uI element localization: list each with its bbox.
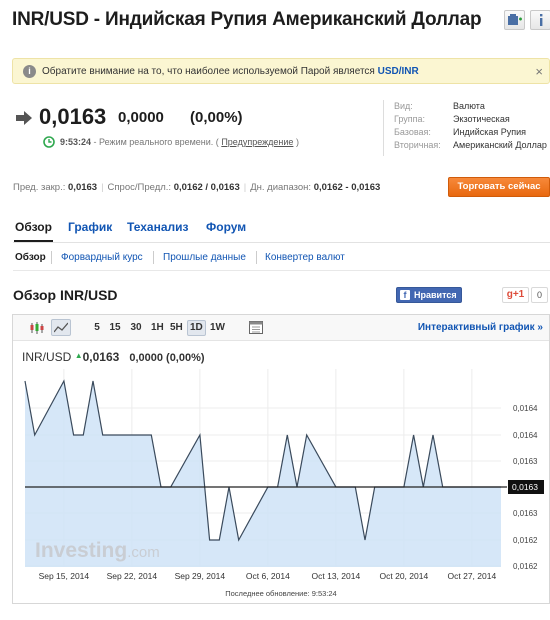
add-portfolio-button[interactable] [504,10,525,30]
gplus-button[interactable]: g+1 [502,287,529,303]
info-value: Индийская Рупия [453,127,527,137]
x-tick-label: Sep 29, 2014 [175,571,226,581]
chart-last-value: 0,0163 [82,350,120,364]
like-label: Нравится [414,290,457,300]
subtab-forward-rate[interactable]: Форвардный курс [61,252,143,263]
main-tabs: Обзор График Теханализ Форум [13,220,550,243]
info-icon [539,14,542,26]
title-row: INR/USD - Индийская Рупия Американский Д… [12,8,550,32]
bid-ask-label: Спрос/Предл.: [107,182,172,193]
info-row-group: Группа: Экзотическая [394,114,550,127]
subtab-separator [51,251,52,264]
close-icon[interactable]: × [535,64,543,79]
notice-message: Обратите внимание на то, что наиболее ис… [42,66,375,77]
subtab-separator [153,251,154,264]
chart-header: INR/USD ▲0,0163 0,0000 (0,00%) [22,350,205,364]
realtime-status: 9:53:24 - Режим реального времени. ( Пре… [60,137,299,147]
instrument-info: Вид: Валюта Группа: Экзотическая Базовая: И… [383,100,550,156]
info-key: Группа: [394,114,426,124]
price-change-percent: (0,00%) [190,109,243,126]
last-update-label: Последнее обновление: 9:53:24 [225,589,336,598]
subtab-overview[interactable]: Обзор [15,252,46,263]
realtime-text: - Режим реального времени. ( [93,137,219,147]
trade-now-button[interactable]: Торговать сейчас [448,177,550,197]
x-tick-label: Oct 27, 2014 [448,571,497,581]
day-range-label: Дн. диапазон: [250,182,312,193]
x-tick-label: Oct 20, 2014 [380,571,429,581]
day-range-value: 0,0162 - 0,0163 [313,182,381,193]
tab-technical[interactable]: Теханализ [127,220,188,234]
tab-overview[interactable]: Обзор [14,220,53,243]
y-tick-label: 0,0163 [513,457,538,466]
quote-stats: Пред. закр.: 0,0163 | Спрос/Предл.: 0,0162… [13,182,381,193]
last-price: 0,0163 [39,104,107,129]
gplus-count: 0 [531,287,548,303]
realtime-close: ) [295,137,299,147]
quote-time: 9:53:24 [60,137,92,147]
bid-ask-value: 0,0162 / 0,0163 [173,182,240,193]
tab-forum[interactable]: Форум [206,220,246,234]
warning-link[interactable]: Предупреждение [221,137,293,147]
info-key: Вторичная: [394,140,441,150]
price-change: 0,0000 [118,109,164,126]
chart-panel: 5 15 30 1H 5H 1D 1W Интерактивный график… [12,314,550,604]
notice-banner: i Обратите внимание на то, что наиболее … [12,58,550,84]
info-row-base: Базовая: Индийская Рупия [394,127,550,140]
current-value-label: 0,0163 [512,482,538,492]
tab-chart[interactable]: График [68,220,112,234]
info-value: Валюта [453,101,485,111]
notice-text: Обратите внимание на то, что наиболее ис… [42,66,419,77]
info-row-secondary: Вторичная: Американский Доллар [394,140,550,153]
overview-title: Обзор INR/USD [13,287,118,303]
add-portfolio-icon [507,14,522,25]
info-value: Экзотическая [453,114,510,124]
clock-icon [43,136,55,148]
x-tick-label: Sep 22, 2014 [107,571,158,581]
right-arrow-icon [16,111,32,125]
x-tick-label: Oct 13, 2014 [312,571,361,581]
chart-symbol: INR/USD [22,350,72,364]
up-arrow-icon: ▲ [74,351,83,360]
facebook-icon: f [400,290,410,300]
prev-close-value: 0,0163 [68,182,98,193]
prev-close-label: Пред. закр.: [13,182,66,193]
x-tick-label: Sep 15, 2014 [39,571,90,581]
y-tick-label: 0,0163 [513,509,538,518]
y-tick-label: 0,0164 [513,404,538,413]
subtabs-divider [13,270,550,271]
subtab-separator [256,251,257,264]
y-tick-label: 0,0162 [513,562,538,571]
chart-change: 0,0000 (0,00%) [129,352,205,364]
info-key: Вид: [394,101,413,111]
x-tick-label: Oct 6, 2014 [246,571,290,581]
info-row-type: Вид: Валюта [394,101,550,114]
page-title: INR/USD - Индийская Рупия Американский Д… [12,9,482,30]
subtab-currency-converter[interactable]: Конвертер валют [265,252,345,263]
info-value: Американский Доллар [453,140,547,150]
y-tick-label: 0,0162 [513,536,538,545]
tabs-divider [13,242,550,243]
info-key: Базовая: [394,127,431,137]
notice-link[interactable]: USD/INR [378,66,419,77]
info-button[interactable] [530,10,550,30]
subtab-historical-data[interactable]: Прошлые данные [163,252,246,263]
info-circle-icon: i [23,65,36,78]
y-tick-label: 0,0164 [513,431,538,440]
facebook-like-button[interactable]: f Нравится [396,287,462,303]
